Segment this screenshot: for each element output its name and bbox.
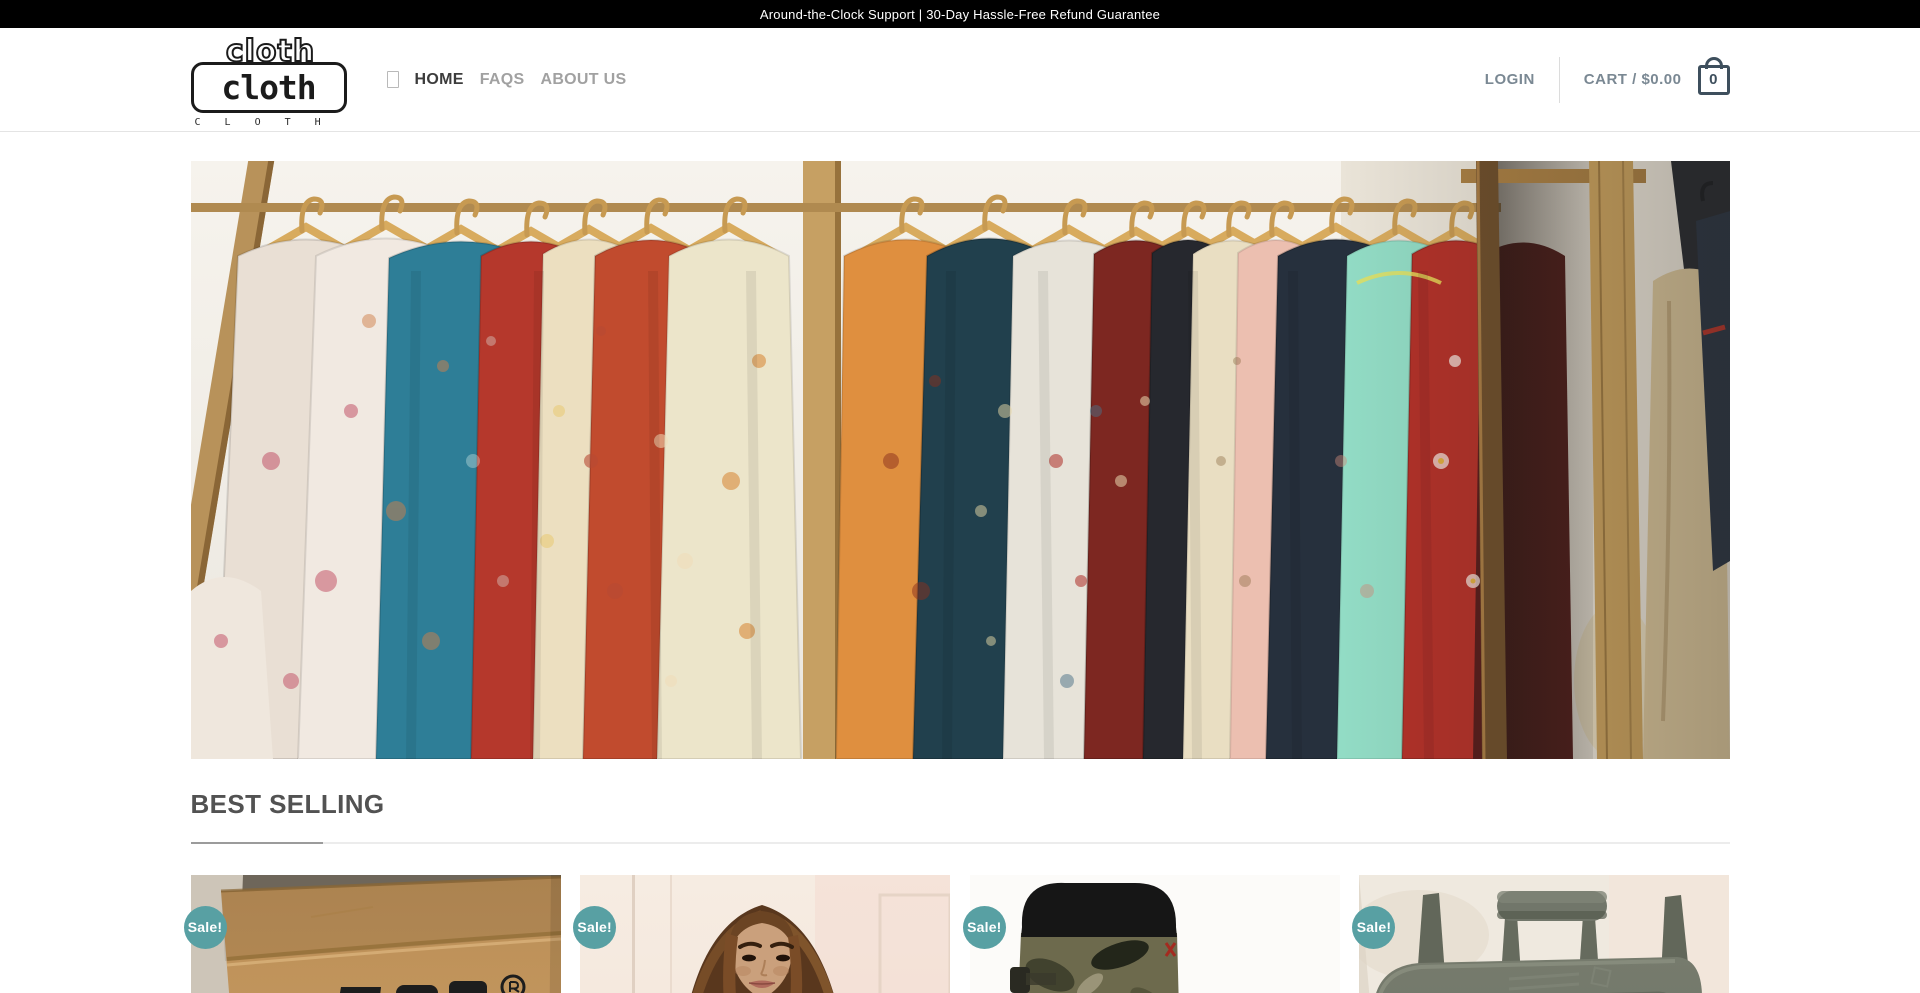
logo-outline-text: cloth [226,34,315,69]
sale-badge: Sale! [963,906,1006,949]
account-area: LOGIN CART / $0.00 0 [1485,57,1730,103]
sale-badge: Sale! [573,906,616,949]
nav-item-faqs[interactable]: FAQS [480,71,525,89]
logo-frame: cloth [191,62,347,113]
best-selling-title: BEST SELLING [191,789,1730,820]
login-link[interactable]: LOGIN [1485,71,1535,88]
kimono-rack-illustration [191,161,1730,759]
product-image-camo-boot[interactable] [970,875,1340,993]
product-card-3[interactable]: Sale! [970,875,1340,993]
site-logo[interactable]: cloth cloth C L O T H [191,41,351,127]
cart-label[interactable]: CART / $0.00 [1584,71,1682,88]
top-notice-bar: Around-the-Clock Support | 30-Day Hassle… [0,0,1920,28]
product-image-cardboard-box[interactable] [191,875,561,993]
logo-spaced-letters: C L O T H [195,117,330,128]
product-card-2[interactable]: Sale! [580,875,950,993]
site-header: cloth cloth C L O T H HOME FAQS ABOUT US… [0,28,1920,132]
best-selling-grid: Sale! [191,875,1730,993]
nav-item-about-us[interactable]: ABOUT US [540,71,626,89]
product-image-gray-lid[interactable] [1359,875,1729,993]
cart-link[interactable]: CART / $0.00 0 [1584,65,1730,95]
hero-image [191,161,1730,759]
product-card-4[interactable]: Sale! [1359,875,1729,993]
cart-count: 0 [1709,71,1718,88]
main-nav: HOME FAQS ABOUT US [387,71,627,89]
product-card-1[interactable]: Sale! [191,875,561,993]
section-title-underline [191,842,1730,844]
header-divider [1559,57,1560,103]
nav-item-home[interactable]: HOME [415,71,464,89]
cart-bag-icon[interactable]: 0 [1698,65,1730,95]
logo-box-text: cloth [221,68,315,107]
product-image-woman-portrait[interactable] [580,875,950,993]
sale-badge: Sale! [1352,906,1395,949]
top-notice-text: Around-the-Clock Support | 30-Day Hassle… [760,7,1160,22]
home-icon[interactable] [387,71,399,88]
sale-badge: Sale! [184,906,227,949]
